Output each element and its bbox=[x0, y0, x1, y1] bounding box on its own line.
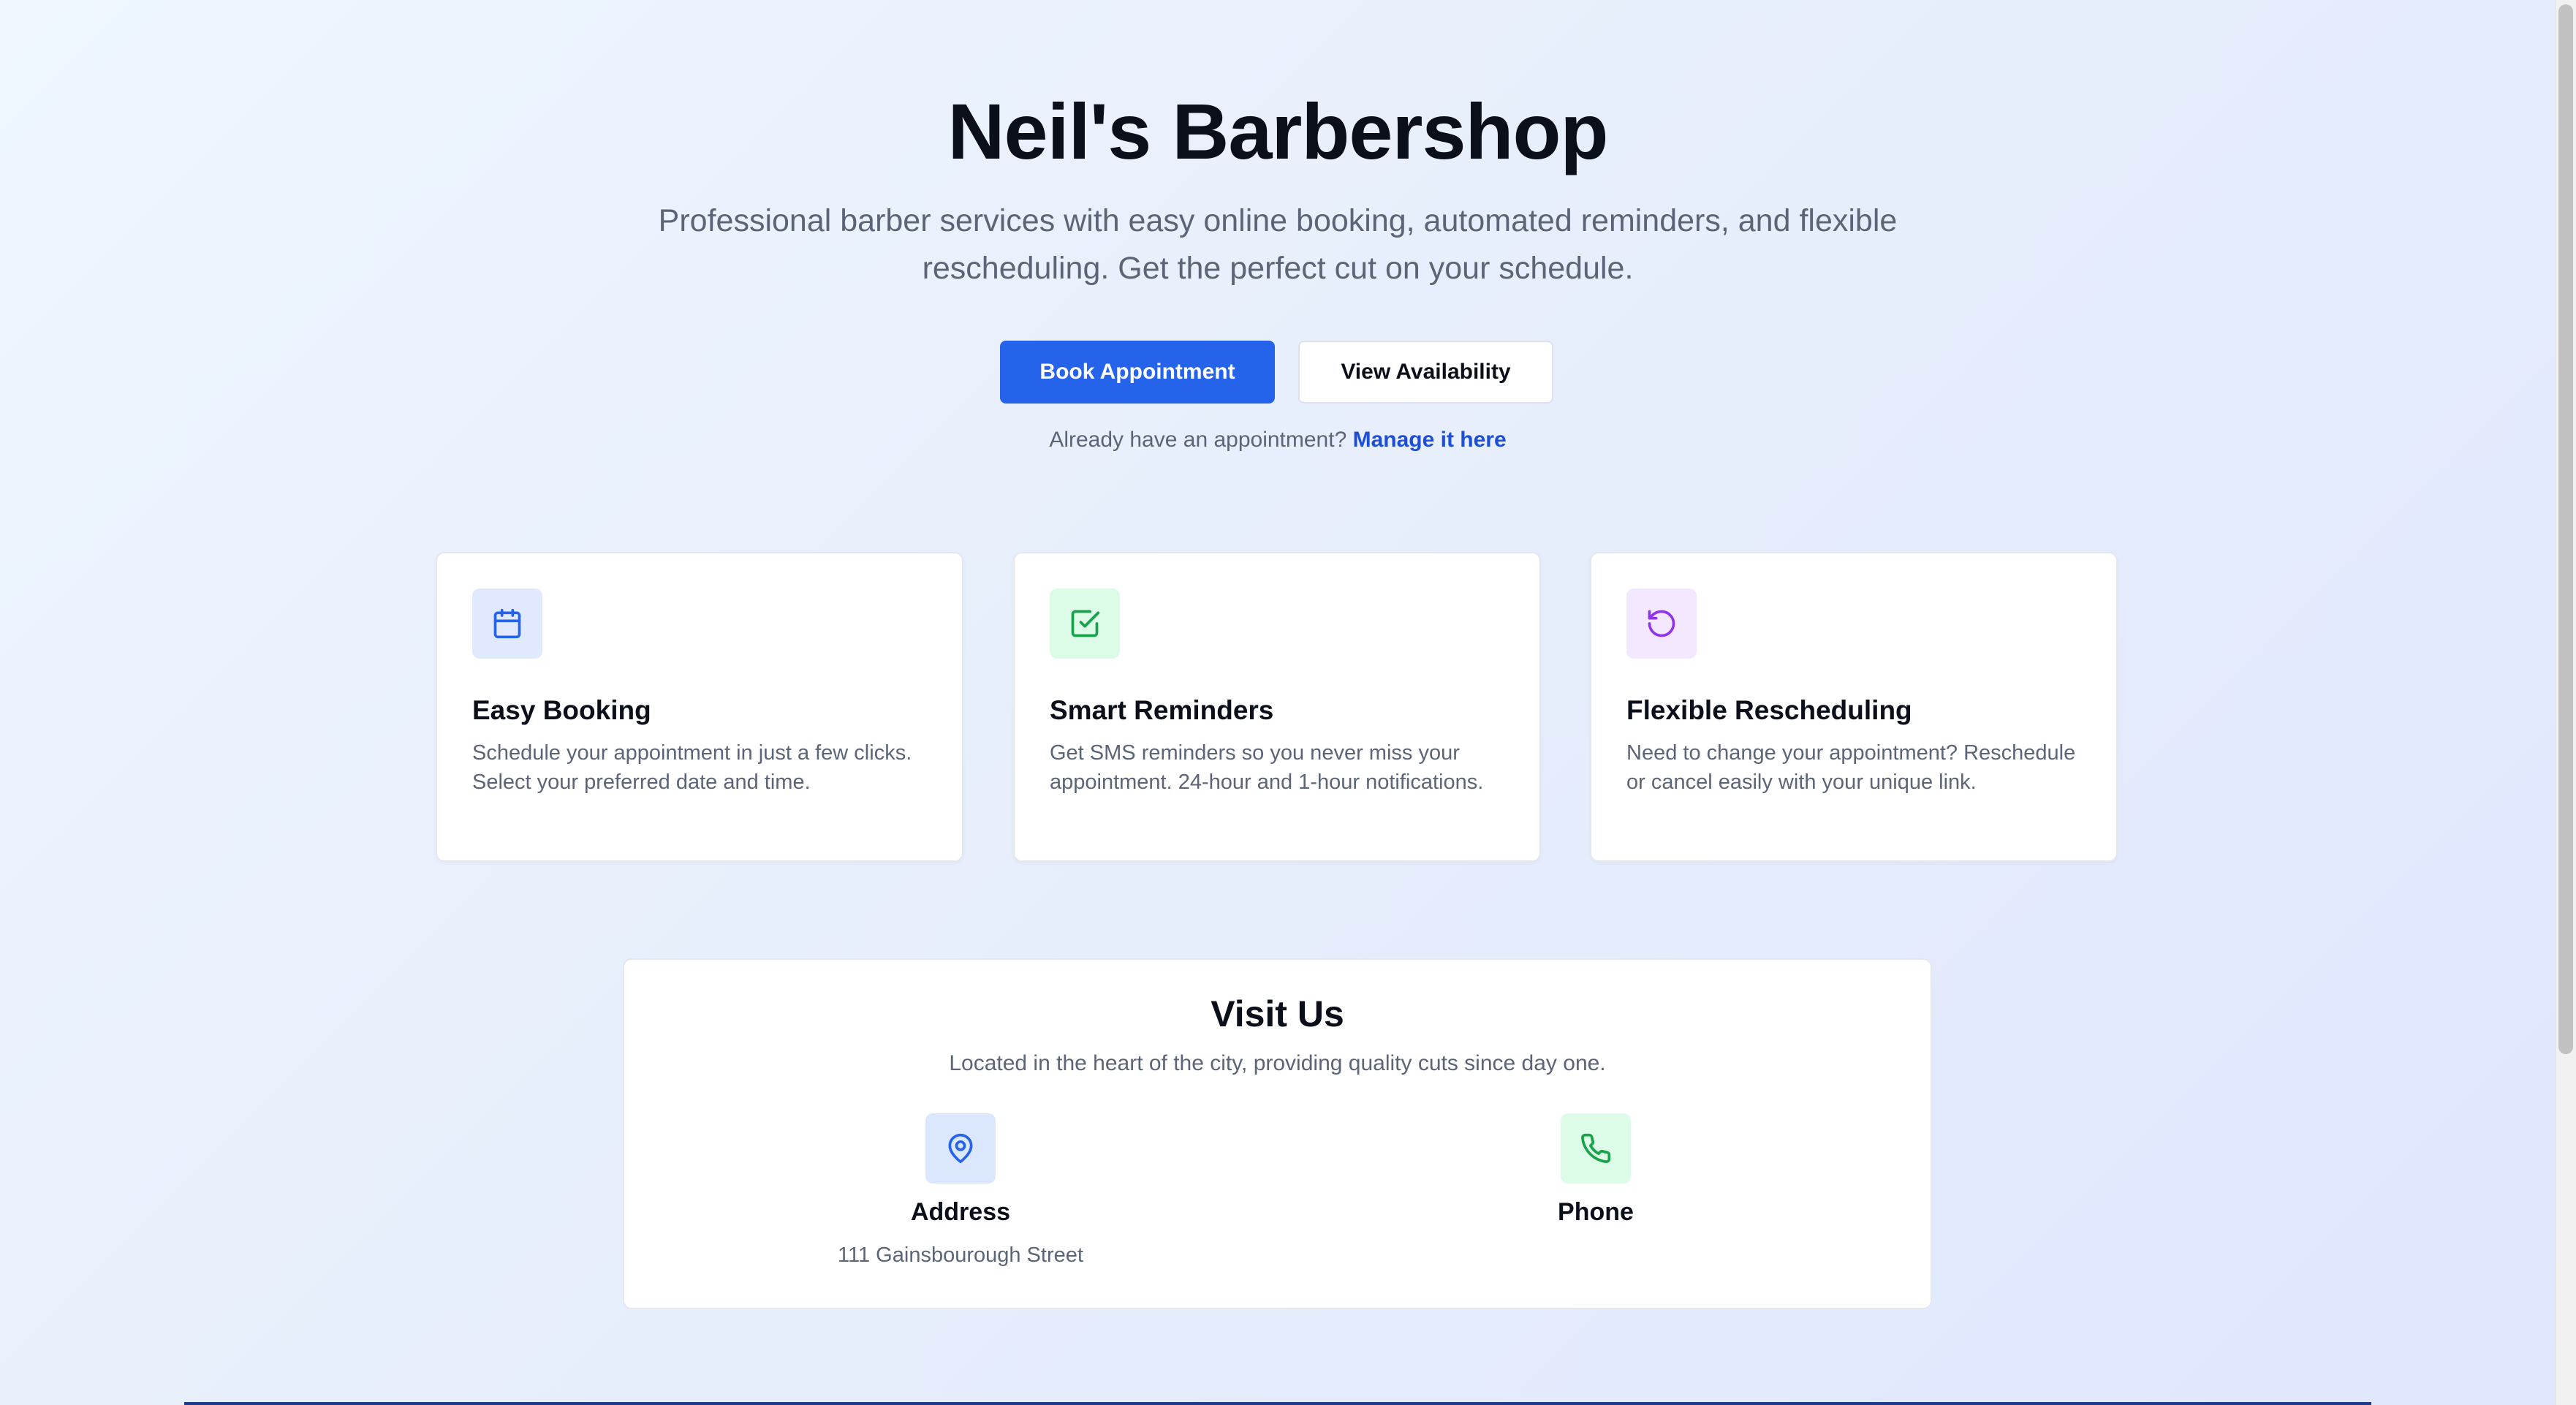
feature-card-smart-reminders: Smart Reminders Get SMS reminders so you… bbox=[1013, 552, 1541, 862]
manage-prompt: Already have an appointment? bbox=[1049, 428, 1347, 452]
manage-appointment-link[interactable]: Manage it here bbox=[1353, 428, 1507, 452]
view-availability-button[interactable]: View Availability bbox=[1298, 341, 1553, 404]
phone-label: Phone bbox=[1558, 1198, 1634, 1226]
check-square-icon bbox=[1050, 588, 1120, 659]
map-pin-icon bbox=[925, 1113, 996, 1184]
phone-icon bbox=[1561, 1113, 1631, 1184]
address-value: 111 Gainsbourough Street bbox=[838, 1243, 1083, 1267]
scrollbar-thumb[interactable] bbox=[2558, 4, 2573, 1054]
feature-description: Schedule your appointment in just a few … bbox=[472, 741, 912, 794]
manage-appointment-line: Already have an appointment? Manage it h… bbox=[0, 428, 2556, 452]
page-title: Neil's Barbershop bbox=[947, 87, 1609, 175]
feature-title: Smart Reminders bbox=[1050, 695, 1274, 725]
footer-divider bbox=[184, 1402, 2371, 1405]
feature-description: Get SMS reminders so you never miss your… bbox=[1050, 741, 1484, 794]
hero-subtitle: Professional barber services with easy o… bbox=[658, 203, 1898, 286]
feature-card-easy-booking: Easy Booking Schedule your appointment i… bbox=[436, 552, 963, 862]
rotate-ccw-icon bbox=[1626, 588, 1697, 659]
calendar-icon bbox=[472, 588, 542, 659]
visit-title: Visit Us bbox=[1211, 993, 1344, 1034]
book-appointment-button[interactable]: Book Appointment bbox=[1000, 341, 1275, 404]
landing-page: Neil's Barbershop Professional barber se… bbox=[0, 0, 2556, 1405]
feature-title: Flexible Rescheduling bbox=[1626, 695, 1912, 725]
visit-subtitle: Located in the heart of the city, provid… bbox=[949, 1051, 1606, 1075]
address-label: Address bbox=[910, 1198, 1011, 1226]
feature-description: Need to change your appointment? Resched… bbox=[1626, 741, 2076, 794]
feature-card-flexible-rescheduling: Flexible Rescheduling Need to change you… bbox=[1590, 552, 2118, 862]
vertical-scrollbar[interactable] bbox=[2556, 0, 2576, 1405]
visit-us-section: Visit Us Located in the heart of the cit… bbox=[623, 958, 1932, 1309]
feature-title: Easy Booking bbox=[472, 695, 651, 725]
